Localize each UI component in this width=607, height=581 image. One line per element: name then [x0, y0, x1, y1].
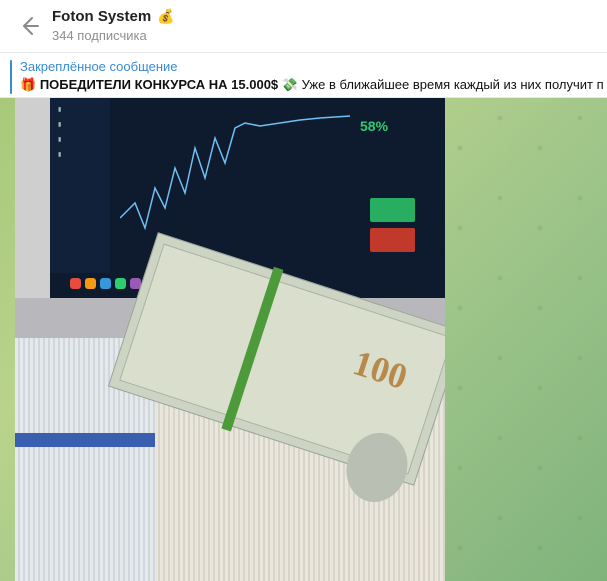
- pinned-label: Закреплённое сообщение: [20, 59, 178, 74]
- profit-percent: 58%: [360, 118, 389, 134]
- back-arrow-icon[interactable]: [14, 12, 42, 40]
- money-wings-icon: 💸: [281, 77, 298, 92]
- price-chart: [120, 115, 350, 231]
- message-photo[interactable]: ▮ ▮ ▮ ▮ 58% 100: [15, 98, 445, 581]
- pinned-body: Уже в ближайшее время каждый из них полу…: [301, 77, 604, 92]
- pinned-message[interactable]: Закреплённое сообщение 🎁 ПОБЕДИТЕЛИ КОНК…: [0, 54, 607, 98]
- pinned-text: 🎁 ПОБЕДИТЕЛИ КОНКУРСА НА 15.000$ 💸 Уже в…: [20, 77, 604, 93]
- channel-title[interactable]: Foton System 💰: [52, 8, 175, 25]
- channel-name: Foton System: [52, 8, 152, 25]
- chat-header: Foton System 💰 344 подписчика: [0, 0, 607, 53]
- pinned-indicator: [10, 60, 12, 94]
- blue-band: [15, 433, 155, 447]
- up-button: [370, 198, 415, 222]
- trading-sidebar: ▮ ▮ ▮ ▮: [50, 98, 110, 273]
- chat-area: ▮ ▮ ▮ ▮ 58% 100: [0, 98, 607, 581]
- subscriber-count: 344 подписчика: [52, 28, 147, 43]
- pinned-headline: ПОБЕДИТЕЛИ КОНКУРСА НА 15.000$: [39, 77, 279, 92]
- down-button: [370, 228, 415, 252]
- gift-icon: 🎁: [20, 77, 37, 92]
- money-bag-icon: 💰: [157, 8, 175, 24]
